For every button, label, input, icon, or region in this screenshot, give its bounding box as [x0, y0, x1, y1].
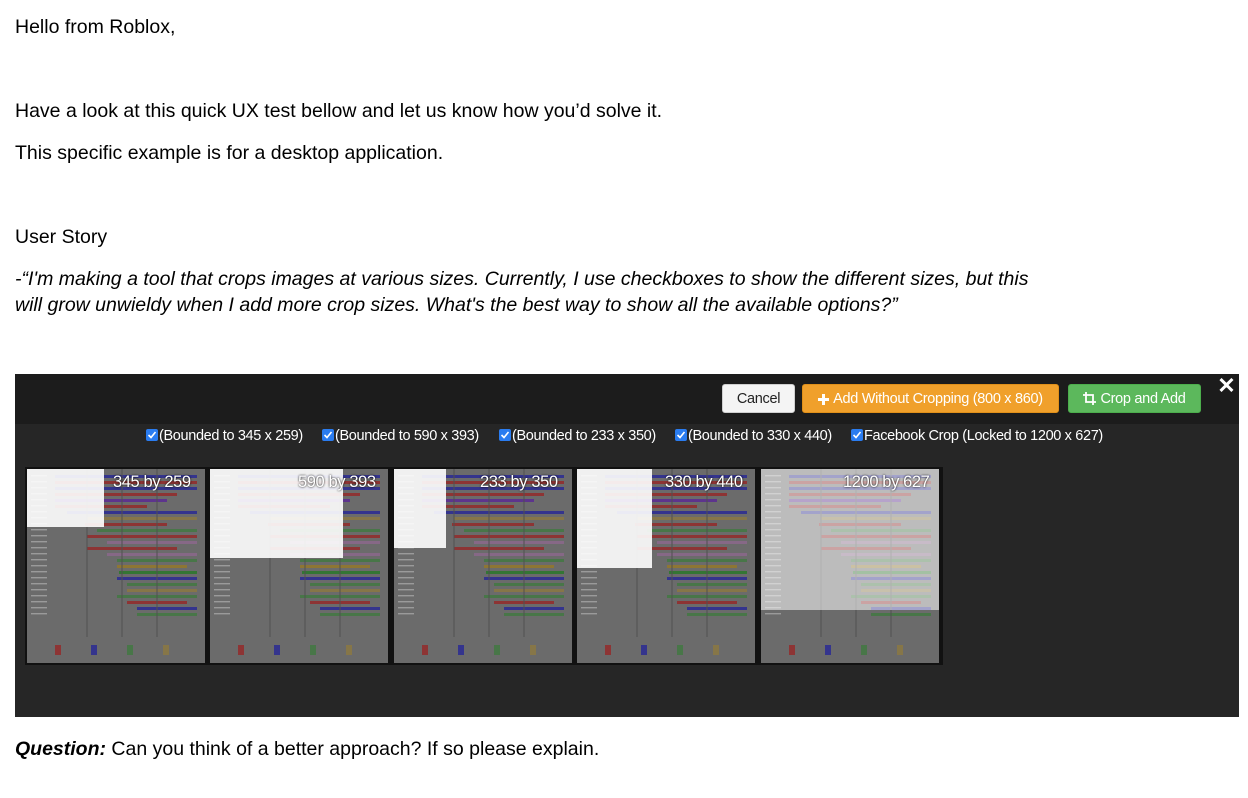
checkbox-checked-icon[interactable] [499, 429, 511, 441]
crop-option-label: (Bounded to 345 x 259) [159, 428, 303, 444]
user-story-quote-line-2: will grow unwieldy when I add more crop … [15, 294, 898, 316]
crop-and-add-label: Crop and Add [1100, 391, 1186, 407]
crop-tool-screenshot: Cancel Add Without Cropping (800 x 860) … [15, 374, 1239, 717]
thumbnail-caption: 233 by 350 [480, 473, 558, 491]
crop-icon [1083, 392, 1097, 405]
question: Question: Can you think of a better appr… [15, 736, 599, 762]
add-without-cropping-label: Add Without Cropping (800 x 860) [833, 391, 1043, 407]
crop-option-label: (Bounded to 233 x 350) [512, 428, 656, 444]
checkbox-checked-icon[interactable] [322, 429, 334, 441]
crop-option-facebook[interactable]: Facebook Crop (Locked to 1200 x 627) [851, 428, 1103, 444]
crop-option-label: (Bounded to 330 x 440) [688, 428, 832, 444]
close-icon[interactable]: ✕ [1214, 374, 1239, 399]
crop-region [577, 469, 652, 568]
greeting: Hello from Roblox, [15, 16, 176, 38]
crop-preview-thumbnail[interactable]: 1200 by 627 [761, 469, 939, 663]
crop-preview-strip: 345 by 259 590 by 393 233 by 350 330 by … [25, 467, 943, 665]
checkbox-checked-icon[interactable] [146, 429, 158, 441]
crop-preview-thumbnail[interactable]: 330 by 440 [577, 469, 755, 663]
crop-and-add-button[interactable]: Crop and Add [1068, 384, 1201, 413]
crop-preview-thumbnail[interactable]: 590 by 393 [210, 469, 388, 663]
user-story-heading: User Story [15, 226, 108, 248]
checkbox-checked-icon[interactable] [851, 429, 863, 441]
thumbnail-caption: 1200 by 627 [843, 473, 930, 491]
crop-option-233x350[interactable]: (Bounded to 233 x 350) [499, 428, 656, 444]
crop-option-345x259[interactable]: (Bounded to 345 x 259) [146, 428, 303, 444]
question-text: Can you think of a better approach? If s… [106, 738, 600, 760]
add-without-cropping-button[interactable]: Add Without Cropping (800 x 860) [802, 384, 1059, 413]
crop-option-330x440[interactable]: (Bounded to 330 x 440) [675, 428, 832, 444]
crop-preview-thumbnail[interactable]: 233 by 350 [394, 469, 572, 663]
crop-region [394, 469, 446, 548]
checkbox-checked-icon[interactable] [675, 429, 687, 441]
crop-size-options: (Bounded to 345 x 259) (Bounded to 590 x… [15, 424, 1239, 452]
cancel-button[interactable]: Cancel [722, 384, 795, 413]
intro-line-1: Have a look at this quick UX test bellow… [15, 100, 663, 122]
question-label: Question: [15, 738, 106, 760]
user-story-quote-line-1: -“I'm making a tool that crops images at… [15, 268, 1029, 290]
thumbnail-caption: 330 by 440 [665, 473, 743, 491]
cancel-button-label: Cancel [736, 391, 781, 407]
crop-option-label: (Bounded to 590 x 393) [335, 428, 479, 444]
thumbnail-caption: 590 by 393 [298, 473, 376, 491]
crop-option-590x393[interactable]: (Bounded to 590 x 393) [322, 428, 479, 444]
crop-region [27, 469, 104, 527]
plus-icon [818, 394, 830, 405]
crop-option-label: Facebook Crop (Locked to 1200 x 627) [864, 428, 1103, 444]
intro-line-2: This specific example is for a desktop a… [15, 142, 444, 164]
crop-preview-thumbnail[interactable]: 345 by 259 [27, 469, 205, 663]
thumbnail-caption: 345 by 259 [113, 473, 191, 491]
